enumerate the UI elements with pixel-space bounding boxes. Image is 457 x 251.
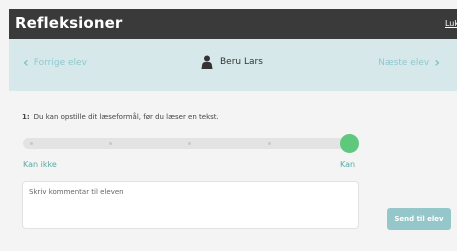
previous-student-label: Forrige elev: [33, 58, 87, 68]
person-icon: [201, 55, 213, 69]
comment-field[interactable]: [22, 181, 359, 229]
question-text: Du kan opstille dit læseformål, før du l…: [33, 113, 219, 121]
send-to-student-button[interactable]: Send til elev: [387, 208, 451, 230]
scale-max-label: Kan: [340, 160, 356, 169]
next-student-label: Næste elev: [378, 58, 430, 68]
assessment-slider-knob[interactable]: [340, 134, 359, 153]
chevron-right-icon: ›: [434, 54, 440, 71]
question-row: 1: Du kan opstille dit læseformål, før du…: [22, 113, 219, 121]
chevron-left-icon: ‹: [23, 54, 29, 71]
close-link[interactable]: Luk: [445, 19, 457, 28]
dialog-titlebar: Refleksioner Luk: [9, 9, 457, 39]
slider-step-dot[interactable]: [30, 142, 33, 145]
slider-step-dot[interactable]: [268, 142, 271, 145]
student-name: Beru Lars: [220, 57, 263, 67]
scale-min-label: Kan ikke: [23, 160, 57, 169]
dialog-title: Refleksioner: [15, 14, 123, 32]
reflection-panel: 1: Du kan opstille dit læseformål, før du…: [9, 91, 457, 251]
student-navigation: ‹ Forrige elev Beru Lars Næste elev ›: [9, 39, 457, 91]
assessment-slider-track[interactable]: [23, 138, 355, 149]
previous-student-button[interactable]: ‹ Forrige elev: [23, 54, 87, 71]
next-student-button[interactable]: Næste elev ›: [378, 54, 440, 71]
slider-step-dot[interactable]: [188, 142, 191, 145]
current-student: Beru Lars: [201, 55, 263, 69]
slider-step-dot[interactable]: [109, 142, 112, 145]
question-number: 1:: [22, 113, 30, 121]
